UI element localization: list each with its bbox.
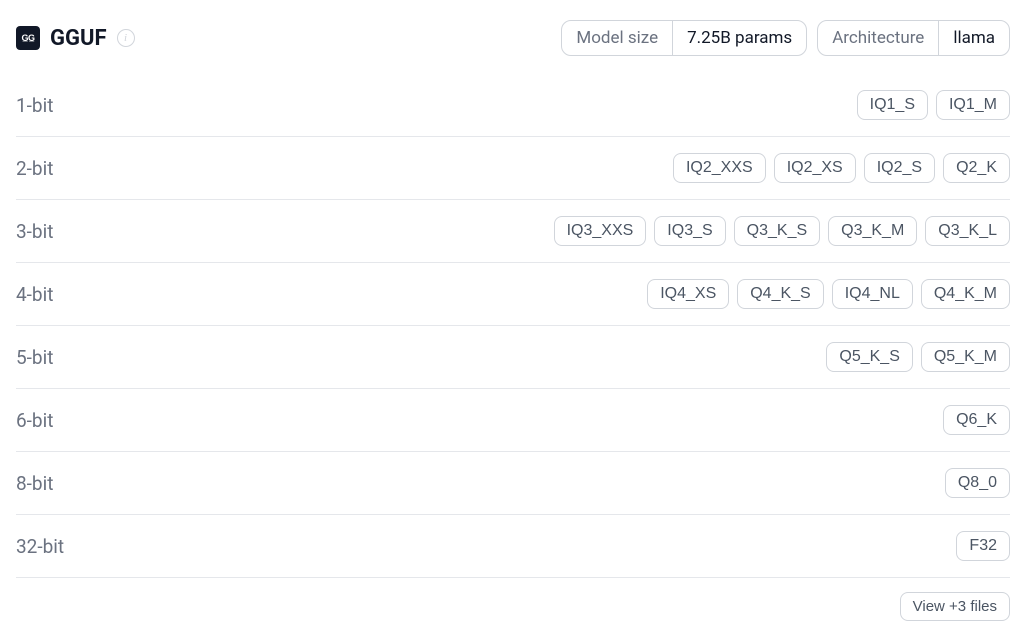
quantization-row: 2-bit IQ2_XXS IQ2_XS IQ2_S Q2_K — [16, 137, 1010, 200]
quant-chip[interactable]: F32 — [956, 531, 1010, 561]
footer: View +3 files — [16, 578, 1010, 621]
meta-label: Model size — [562, 21, 673, 55]
meta-model-size: Model size 7.25B params — [561, 20, 807, 56]
chip-group: IQ1_S IQ1_M — [857, 90, 1010, 120]
quant-chip[interactable]: Q8_0 — [945, 468, 1010, 498]
quant-chip[interactable]: IQ2_XXS — [673, 153, 766, 183]
chip-group: Q5_K_S Q5_K_M — [826, 342, 1010, 372]
row-label: 4-bit — [16, 283, 53, 306]
chip-group: IQ4_XS Q4_K_S IQ4_NL Q4_K_M — [647, 279, 1010, 309]
quant-chip[interactable]: IQ2_S — [864, 153, 935, 183]
quant-chip[interactable]: IQ3_XXS — [554, 216, 647, 246]
row-label: 3-bit — [16, 220, 53, 243]
meta-value: 7.25B params — [673, 21, 806, 55]
info-icon[interactable]: i — [117, 29, 135, 47]
chip-group: Q8_0 — [945, 468, 1010, 498]
quant-chip[interactable]: IQ4_NL — [832, 279, 913, 309]
row-label: 8-bit — [16, 472, 53, 495]
quantization-row: 32-bit F32 — [16, 515, 1010, 578]
quant-chip[interactable]: Q5_K_M — [921, 342, 1010, 372]
chip-group: Q6_K — [943, 405, 1010, 435]
row-label: 6-bit — [16, 409, 53, 432]
quant-chip[interactable]: Q6_K — [943, 405, 1010, 435]
header-left: G̲G̲ GGUF i — [16, 26, 135, 51]
quant-chip[interactable]: IQ4_XS — [647, 279, 729, 309]
quant-chip[interactable]: Q3_K_L — [925, 216, 1010, 246]
chip-group: IQ2_XXS IQ2_XS IQ2_S Q2_K — [673, 153, 1010, 183]
quant-chip[interactable]: Q3_K_S — [734, 216, 820, 246]
quant-chip[interactable]: IQ2_XS — [774, 153, 856, 183]
gguf-icon: G̲G̲ — [16, 26, 40, 50]
quant-chip[interactable]: Q5_K_S — [826, 342, 912, 372]
row-label: 2-bit — [16, 157, 53, 180]
meta-value: llama — [939, 21, 1009, 55]
row-label: 1-bit — [16, 94, 53, 117]
chip-group: IQ3_XXSIQ3_S Q3_K_S Q3_K_M Q3_K_L — [554, 216, 1010, 246]
page-title: GGUF — [50, 26, 107, 51]
quantization-row: 1-bit IQ1_S IQ1_M — [16, 74, 1010, 137]
quant-chip[interactable]: Q4_K_S — [737, 279, 823, 309]
header-right: Model size 7.25B params Architecture lla… — [561, 20, 1010, 56]
quantization-row: 5-bit Q5_K_S Q5_K_M — [16, 326, 1010, 389]
row-label: 32-bit — [16, 535, 64, 558]
quant-chip[interactable]: IQ3_S — [654, 216, 725, 246]
quantization-list: 1-bit IQ1_S IQ1_M 2-bit IQ2_XXS IQ2_XS IQ2_S Q2… — [16, 74, 1010, 578]
meta-label: Architecture — [818, 21, 939, 55]
row-label: 5-bit — [16, 346, 53, 369]
quantization-row: 4-bit IQ4_XS Q4_K_S IQ4_NL Q4_K_M — [16, 263, 1010, 326]
quant-chip[interactable]: IQ1_S — [857, 90, 928, 120]
quant-chip[interactable]: Q4_K_M — [921, 279, 1010, 309]
quant-chip[interactable]: IQ1_M — [936, 90, 1010, 120]
meta-architecture: Architecture llama — [817, 20, 1010, 56]
chip-group: F32 — [956, 531, 1010, 561]
quantization-row: 8-bit Q8_0 — [16, 452, 1010, 515]
quant-chip[interactable]: Q3_K_M — [828, 216, 917, 246]
quantization-row: 6-bit Q6_K — [16, 389, 1010, 452]
quantization-row: 3-bit IQ3_XXSIQ3_S Q3_K_S Q3_K_M Q3_K_L — [16, 200, 1010, 263]
view-more-button[interactable]: View +3 files — [900, 592, 1010, 621]
header: G̲G̲ GGUF i Model size 7.25B params Arch… — [16, 20, 1010, 56]
quant-chip[interactable]: Q2_K — [943, 153, 1010, 183]
